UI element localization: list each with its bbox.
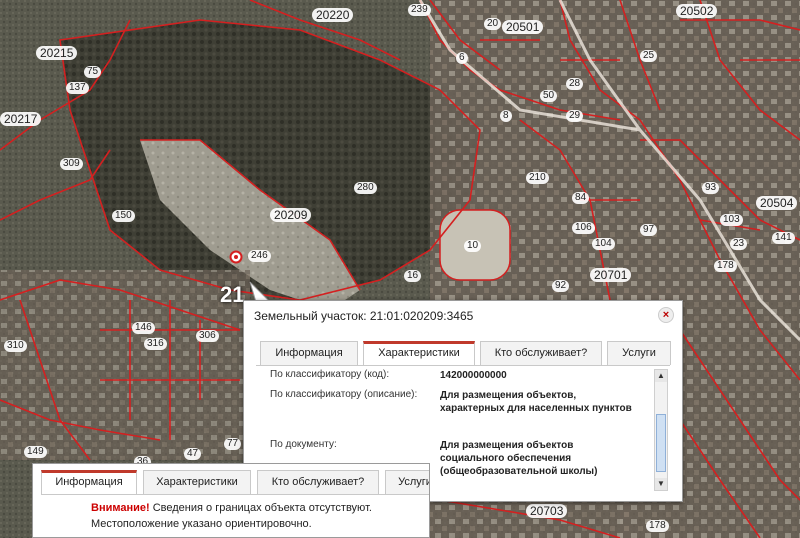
map-label: 84: [572, 192, 590, 204]
map-label: 10: [464, 240, 482, 252]
popup-title: Земельный участок: 21:01:020209:3465: [254, 309, 474, 323]
scroll-up-button[interactable]: ▲: [655, 370, 667, 382]
map-label: 146: [132, 322, 155, 334]
document-value: Для размещения объектов социального обес…: [440, 440, 598, 477]
document-label: По документу:: [270, 439, 337, 450]
tab-who-serves-bottom[interactable]: Кто обслуживает?: [257, 470, 379, 494]
map-label: 178: [714, 260, 737, 272]
map-label: 25: [640, 50, 658, 62]
warning-text: Сведения о границах объекта отсутствуют.: [152, 502, 372, 514]
scrollbar[interactable]: ▲ ▼: [654, 369, 668, 491]
classifier-code-value: 142000000000: [440, 370, 507, 381]
map-label: 246: [248, 250, 271, 262]
map-label: 141: [772, 232, 795, 244]
map-label: 20: [484, 18, 502, 30]
map-label: 316: [144, 338, 167, 350]
map-label: 310: [4, 340, 27, 352]
map-label: 8: [500, 110, 512, 122]
map-label: 92: [552, 280, 570, 292]
close-icon[interactable]: ×: [658, 307, 674, 323]
map-label: 29: [566, 110, 584, 122]
map-label: 16: [404, 270, 422, 282]
map-label: 239: [408, 4, 431, 16]
map-label: 20502: [676, 4, 718, 18]
map-label: 280: [354, 182, 377, 194]
selected-parcel-code: 21: [220, 282, 245, 307]
map-label: 20703: [526, 504, 568, 518]
classifier-description-value: Для размещения объектов, характерных для…: [440, 390, 632, 414]
object-info-panel: Информация Характеристики Кто обслуживае…: [32, 463, 430, 538]
map-label: 178: [646, 520, 669, 532]
tab-services[interactable]: Услуги: [607, 341, 671, 365]
tab-characteristics-bottom[interactable]: Характеристики: [143, 470, 251, 494]
map-label: 210: [526, 172, 549, 184]
map-label: 106: [572, 222, 595, 234]
map-label: 149: [24, 446, 47, 458]
location-note: Местоположение указано ориентировочно.: [91, 518, 312, 530]
scroll-thumb[interactable]: [656, 414, 666, 472]
map-label: 309: [60, 158, 83, 170]
map-label: 28: [566, 78, 584, 90]
map-label: 306: [196, 330, 219, 342]
tab-info[interactable]: Информация: [260, 341, 358, 365]
map-label: 23: [730, 238, 748, 250]
map-label: 97: [640, 224, 658, 236]
classifier-description-label: По классификатору (описание):: [270, 389, 418, 400]
map-label: 93: [702, 182, 720, 194]
classifier-code-label: По классификатору (код):: [270, 369, 390, 380]
tab-services-bottom[interactable]: Услуги: [385, 470, 429, 494]
map-label: 75: [84, 66, 102, 78]
map-label: 47: [184, 448, 202, 460]
map-label: 20209: [270, 208, 312, 222]
location-marker-icon[interactable]: [229, 250, 243, 264]
map-label: 150: [112, 210, 135, 222]
map-label: 6: [456, 52, 468, 64]
map-label: 50: [540, 90, 558, 102]
tabs-divider: [256, 365, 670, 366]
map-label: 77: [224, 438, 242, 450]
tab-characteristics[interactable]: Характеристики: [363, 341, 475, 366]
info-message: Внимание! Сведения о границах объекта от…: [91, 500, 372, 532]
map-label: 103: [720, 214, 743, 226]
warning-label: Внимание!: [91, 502, 150, 514]
tab-info-bottom[interactable]: Информация: [41, 470, 137, 495]
map-label: 20217: [0, 112, 42, 126]
map-label: 20501: [502, 20, 544, 34]
tabs-divider: [41, 494, 429, 495]
map-label: 20215: [36, 46, 78, 60]
map-label: 137: [66, 82, 89, 94]
map-label: 20220: [312, 8, 354, 22]
map-label: 20504: [756, 196, 798, 210]
tab-who-serves[interactable]: Кто обслуживает?: [480, 341, 602, 365]
scroll-down-button[interactable]: ▼: [655, 478, 667, 490]
map-label: 20701: [590, 268, 632, 282]
map-label: 104: [592, 238, 615, 250]
